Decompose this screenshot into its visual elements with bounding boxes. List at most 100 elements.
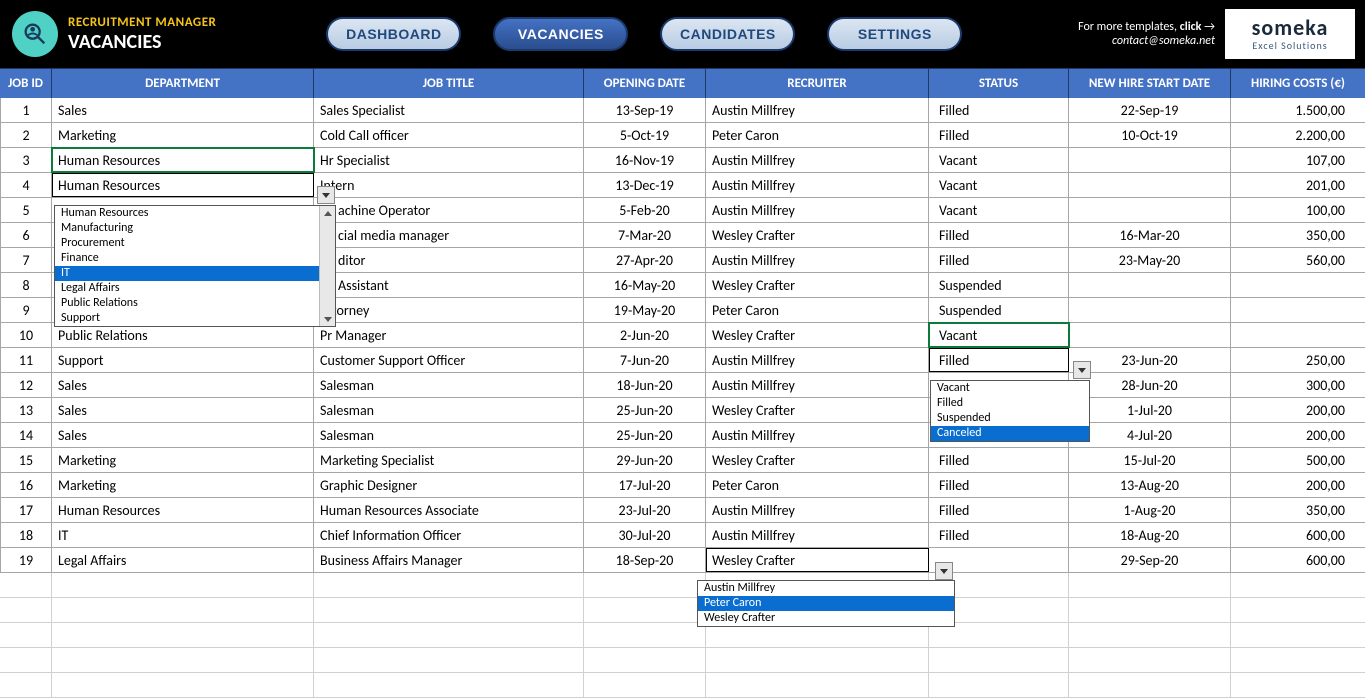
cell-department[interactable]: Sales [52, 98, 314, 122]
cell-recruiter[interactable]: Wesley Crafter [706, 323, 929, 347]
cell-job-title[interactable]: achine Operator [314, 198, 584, 222]
cell-opening-date[interactable]: 13-Sep-19 [584, 98, 706, 122]
cell-hiring-costs[interactable]: 500,00 [1231, 448, 1365, 472]
cell-status[interactable]: Filled [929, 98, 1069, 122]
cell-recruiter[interactable]: Austin Millfrey [706, 498, 929, 522]
cell-opening-date[interactable]: 13-Dec-19 [584, 173, 706, 197]
cell-department[interactable]: Human Resources [52, 498, 314, 522]
cell-department[interactable]: Human Resources [52, 148, 314, 172]
cell-hiring-costs[interactable]: 600,00 [1231, 523, 1365, 547]
nav-dashboard[interactable]: DASHBOARD [326, 17, 461, 51]
cell-status[interactable]: Vacant [929, 173, 1069, 197]
cell-job-id[interactable]: 10 [0, 323, 52, 347]
table-row[interactable]: 18ITChief Information Officer30-Jul-20Au… [0, 523, 1365, 548]
recruiter-option[interactable]: Peter Caron [698, 596, 954, 611]
table-row-empty[interactable] [0, 648, 1365, 673]
cell-opening-date[interactable]: 18-Sep-20 [584, 548, 706, 572]
cell-new-hire-date[interactable] [1069, 148, 1231, 172]
cell-job-id[interactable]: 13 [0, 398, 52, 422]
cell-department[interactable]: Sales [52, 398, 314, 422]
cell-status[interactable]: Vacant [929, 323, 1069, 347]
cell-status[interactable]: Filled [929, 498, 1069, 522]
cell-opening-date[interactable]: 2-Jun-20 [584, 323, 706, 347]
table-row[interactable]: 11SupportCustomer Support Officer7-Jun-2… [0, 348, 1365, 373]
cell-hiring-costs[interactable]: 250,00 [1231, 348, 1365, 372]
cell-new-hire-date[interactable]: 23-May-20 [1069, 248, 1231, 272]
cell-recruiter[interactable]: Wesley Crafter [706, 448, 929, 472]
cell-job-id[interactable]: 14 [0, 423, 52, 447]
cell-recruiter[interactable]: Austin Millfrey [706, 423, 929, 447]
cell-job-id[interactable]: 15 [0, 448, 52, 472]
cell-opening-date[interactable]: 25-Jun-20 [584, 423, 706, 447]
cell-new-hire-date[interactable]: 28-Jun-20 [1069, 373, 1231, 397]
cell-job-title[interactable]: Hr Specialist [314, 148, 584, 172]
cell-status[interactable]: Vacant [929, 198, 1069, 222]
cell-opening-date[interactable]: 16-May-20 [584, 273, 706, 297]
cell-status[interactable]: Filled [929, 448, 1069, 472]
recruiter-dropdown-list[interactable]: Austin Millfrey Peter Caron Wesley Craft… [697, 580, 955, 627]
cell-recruiter[interactable]: Austin Millfrey [706, 98, 929, 122]
cell-recruiter[interactable]: Austin Millfrey [706, 198, 929, 222]
cell-status[interactable]: Suspended [929, 273, 1069, 297]
cell-job-title[interactable]: Salesman [314, 373, 584, 397]
cell-hiring-costs[interactable]: 200,00 [1231, 473, 1365, 497]
cell-department[interactable]: Human Resources [52, 173, 314, 197]
status-dropdown-arrow[interactable] [1073, 361, 1091, 379]
cell-job-title[interactable]: Graphic Designer [314, 473, 584, 497]
table-row[interactable]: 2MarketingCold Call officer5-Oct-19Peter… [0, 123, 1365, 148]
status-dropdown-list[interactable]: Vacant Filled Suspended Canceled [930, 380, 1090, 442]
cell-new-hire-date[interactable]: 16-Mar-20 [1069, 223, 1231, 247]
cell-job-title[interactable]: Chief Information Officer [314, 523, 584, 547]
recruiter-option[interactable]: Austin Millfrey [698, 581, 954, 596]
cell-new-hire-date[interactable]: 4-Jul-20 [1069, 423, 1231, 447]
cell-opening-date[interactable]: 5-Oct-19 [584, 123, 706, 147]
cell-job-id[interactable]: 11 [0, 348, 52, 372]
cell-status[interactable]: Filled [929, 348, 1069, 372]
cell-status[interactable]: Vacant [929, 148, 1069, 172]
table-row[interactable]: 16MarketingGraphic Designer17-Jul-20Pete… [0, 473, 1365, 498]
dept-option[interactable]: Manufacturing [55, 221, 319, 236]
cell-new-hire-date[interactable] [1069, 198, 1231, 222]
cell-opening-date[interactable]: 27-Apr-20 [584, 248, 706, 272]
cell-hiring-costs[interactable]: 1.500,00 [1231, 98, 1365, 122]
cell-department[interactable]: Marketing [52, 473, 314, 497]
table-row[interactable]: 1SalesSales Specialist13-Sep-19Austin Mi… [0, 98, 1365, 123]
cell-department[interactable]: Legal Affairs [52, 548, 314, 572]
cell-opening-date[interactable]: 23-Jul-20 [584, 498, 706, 522]
cell-department[interactable]: Marketing [52, 123, 314, 147]
cell-new-hire-date[interactable]: 23-Jun-20 [1069, 348, 1231, 372]
cell-job-id[interactable]: 16 [0, 473, 52, 497]
cell-recruiter[interactable]: Austin Millfrey [706, 348, 929, 372]
cell-hiring-costs[interactable]: 200,00 [1231, 398, 1365, 422]
cell-new-hire-date[interactable] [1069, 323, 1231, 347]
cell-new-hire-date[interactable]: 1-Jul-20 [1069, 398, 1231, 422]
dept-option[interactable]: IT [55, 266, 319, 281]
cell-job-title[interactable]: Salesman [314, 398, 584, 422]
cell-opening-date[interactable]: 16-Nov-19 [584, 148, 706, 172]
table-row-empty[interactable] [0, 623, 1365, 648]
cell-recruiter[interactable]: Austin Millfrey [706, 523, 929, 547]
cell-hiring-costs[interactable]: 560,00 [1231, 248, 1365, 272]
cell-hiring-costs[interactable]: 201,00 [1231, 173, 1365, 197]
cell-new-hire-date[interactable]: 22-Sep-19 [1069, 98, 1231, 122]
cell-opening-date[interactable]: 25-Jun-20 [584, 398, 706, 422]
cell-opening-date[interactable]: 29-Jun-20 [584, 448, 706, 472]
cell-new-hire-date[interactable]: 29-Sep-20 [1069, 548, 1231, 572]
status-option[interactable]: Filled [931, 396, 1089, 411]
cell-job-title[interactable]: cial media manager [314, 223, 584, 247]
status-option[interactable]: Suspended [931, 411, 1089, 426]
cell-department[interactable]: Sales [52, 423, 314, 447]
cell-job-id[interactable]: 3 [0, 148, 52, 172]
cell-job-title[interactable]: Customer Support Officer [314, 348, 584, 372]
cell-hiring-costs[interactable]: 100,00 [1231, 198, 1365, 222]
table-row[interactable]: 13SalesSalesman25-Jun-20Wesley Crafter1-… [0, 398, 1365, 423]
cell-hiring-costs[interactable]: 350,00 [1231, 498, 1365, 522]
nav-settings[interactable]: SETTINGS [827, 17, 962, 51]
cell-job-title[interactable]: Marketing Specialist [314, 448, 584, 472]
cell-status[interactable]: Filled [929, 123, 1069, 147]
cell-status[interactable]: Filled [929, 223, 1069, 247]
dept-option[interactable]: Legal Affairs [55, 281, 319, 296]
department-dropdown-list[interactable]: Human Resources Manufacturing Procuremen… [54, 205, 336, 327]
cell-hiring-costs[interactable]: 2.200,00 [1231, 123, 1365, 147]
cell-recruiter[interactable]: Peter Caron [706, 298, 929, 322]
